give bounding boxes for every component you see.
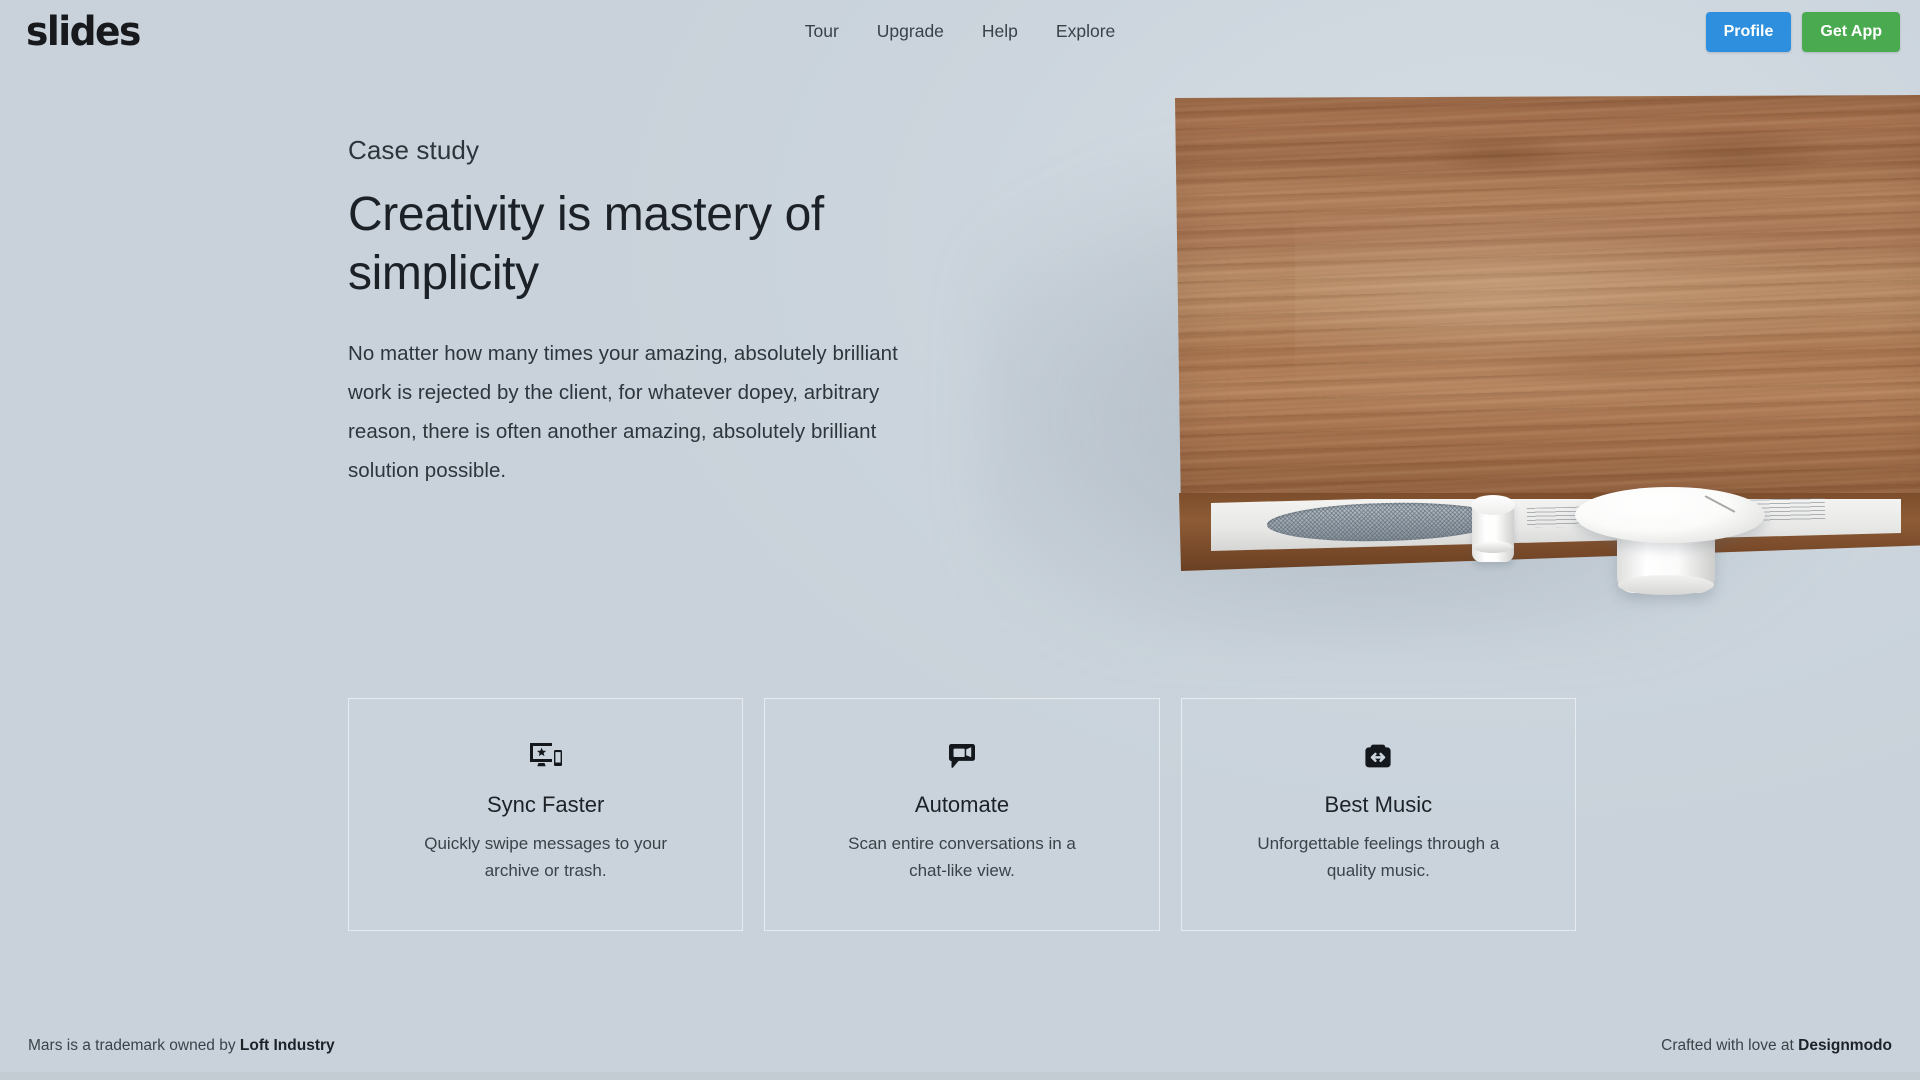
nav-link-tour[interactable]: Tour <box>805 20 839 42</box>
feature-card-title: Best Music <box>1324 792 1433 817</box>
wood-top-surface <box>1175 95 1920 515</box>
briefcase-arrows-icon <box>1356 737 1400 775</box>
footer-left: Mars is a trademark owned by Loft Indust… <box>28 1035 335 1057</box>
bottom-scroll-strip[interactable] <box>0 1072 1920 1080</box>
feature-card-description: Quickly swipe messages to your archive o… <box>424 834 668 880</box>
footer-right-brand[interactable]: Designmodo <box>1798 1037 1892 1054</box>
footer-right-prefix: Crafted with love at <box>1661 1037 1799 1054</box>
footer-left-prefix: Mars is a trademark owned by <box>28 1037 240 1054</box>
devices-star-icon <box>524 737 568 775</box>
large-knob-base <box>1618 575 1714 595</box>
feature-card-list: Sync Faster Quickly swipe messages to yo… <box>348 698 1576 931</box>
large-knob-disc <box>1575 487 1765 543</box>
footer-left-brand[interactable]: Loft Industry <box>240 1037 335 1054</box>
feature-card-automate[interactable]: Automate Scan entire conversations in a … <box>764 698 1160 931</box>
hero-product-image <box>975 95 1920 675</box>
page-title: Creativity is mastery of simplicity <box>348 188 824 300</box>
site-footer: Mars is a trademark owned by Loft Indust… <box>0 1034 1920 1058</box>
feature-card-sync-faster[interactable]: Sync Faster Quickly swipe messages to yo… <box>348 698 744 931</box>
header-actions: Profile Get App <box>1705 12 1900 52</box>
footer-right: Crafted with love at Designmodo <box>1661 1035 1892 1057</box>
feature-card-best-music[interactable]: Best Music Unforgettable feelings throug… <box>1180 698 1576 931</box>
small-knob-cap <box>1471 495 1515 515</box>
feature-card-description: Unforgettable feelings through a quality… <box>1257 834 1500 880</box>
feature-card-description: Scan entire conversations in a chat-like… <box>848 834 1076 880</box>
nav-link-explore[interactable]: Explore <box>1056 20 1115 42</box>
hero-eyebrow: Case study <box>348 135 480 165</box>
site-header: slides Tour Upgrade Help Explore Profile… <box>0 0 1920 70</box>
large-dial-knob <box>1575 487 1765 597</box>
small-knob <box>1471 495 1515 571</box>
nav-link-upgrade[interactable]: Upgrade <box>877 20 944 42</box>
feature-card-title: Automate <box>914 792 1010 817</box>
get-app-button[interactable]: Get App <box>1802 12 1900 52</box>
hero-copy: Case study Creativity is mastery of simp… <box>348 133 968 490</box>
main-navigation: Tour Upgrade Help Explore <box>805 20 1116 42</box>
profile-button[interactable]: Profile <box>1705 12 1792 52</box>
brand-logo[interactable]: slides <box>26 12 141 52</box>
hero-body-text: No matter how many times your amazing, a… <box>348 342 898 482</box>
feature-card-title: Sync Faster <box>486 792 605 817</box>
small-knob-ring <box>1473 541 1513 553</box>
wooden-radio <box>1175 95 1920 595</box>
nav-link-help[interactable]: Help <box>982 20 1018 42</box>
page-root: slides Tour Upgrade Help Explore Profile… <box>0 0 1920 1080</box>
video-chat-bubble-icon <box>940 737 984 775</box>
